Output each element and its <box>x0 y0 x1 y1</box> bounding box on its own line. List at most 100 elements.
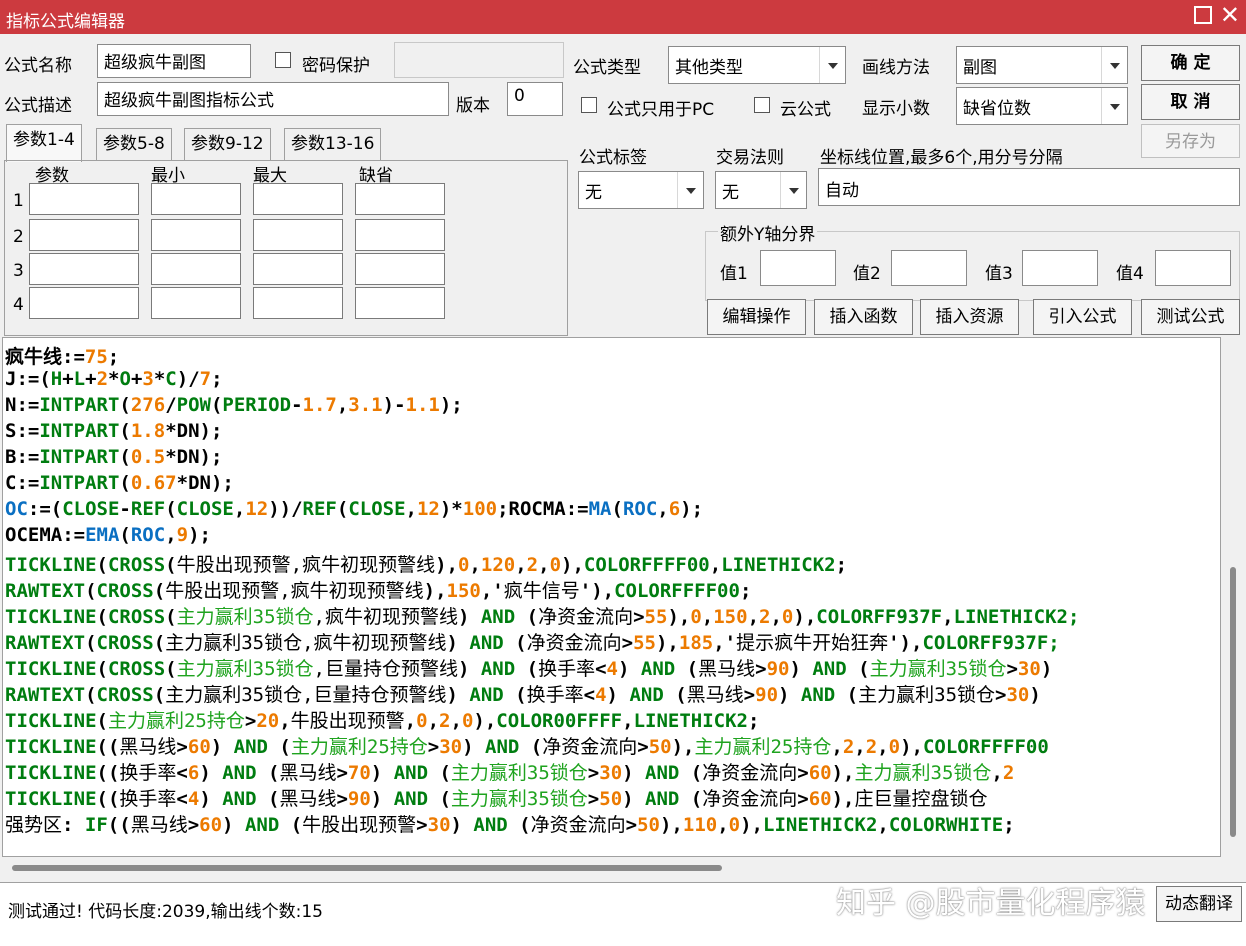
version-input[interactable]: 0 <box>507 82 563 116</box>
code-line: TICKLINE((黑马线>60) AND (主力赢利25持仓>30) AND … <box>5 736 1049 758</box>
cloud-checkbox[interactable] <box>754 97 770 113</box>
param-name-field[interactable] <box>29 219 139 251</box>
param-max-field[interactable] <box>253 183 343 215</box>
param-max-field[interactable] <box>253 219 343 251</box>
decimal-label: 显示小数 <box>862 99 930 119</box>
import-formula-button[interactable]: 引入公式 <box>1033 299 1132 335</box>
param-name-field[interactable] <box>29 253 139 285</box>
code-line: N:=INTPART(276/POW(PERIOD-1.7,3.1)-1.1); <box>5 394 463 416</box>
decimal-select[interactable]: 缺省位数 <box>956 87 1128 125</box>
draw-select[interactable]: 副图 <box>956 46 1128 84</box>
insert-function-button[interactable]: 插入函数 <box>814 299 913 335</box>
param-default-field[interactable] <box>355 253 445 285</box>
chevron-down-icon[interactable] <box>1101 88 1127 124</box>
row-number: 4 <box>13 295 24 315</box>
tab-params-5-8[interactable]: 参数5-8 <box>96 128 172 160</box>
status-text: 测试通过! 代码长度:2039,输出线个数:15 <box>8 902 323 922</box>
chevron-down-icon[interactable] <box>780 172 806 208</box>
draw-value: 副图 <box>963 58 997 78</box>
maximize-icon[interactable] <box>1194 6 1212 24</box>
scrollbar-thumb[interactable] <box>1230 567 1236 837</box>
tab-params-1-4[interactable]: 参数1-4 <box>6 124 82 162</box>
y1-label: 值1 <box>720 264 748 284</box>
save-as-button[interactable]: 另存为 <box>1141 124 1240 158</box>
decimal-value: 缺省位数 <box>963 99 1031 119</box>
horizontal-scrollbar[interactable] <box>2 857 1221 879</box>
name-label: 公式名称 <box>4 56 72 76</box>
pc-only-label: 公式只用于PC <box>607 100 715 120</box>
editor-window: 公式名称 超级疯牛副图 密码保护 公式类型 其他类型 画线方法 副图 确 定 公… <box>0 34 1246 946</box>
param-max-field[interactable] <box>253 253 343 285</box>
row-number: 1 <box>13 191 24 211</box>
param-max-field[interactable] <box>253 287 343 319</box>
param-min-field[interactable] <box>151 287 241 319</box>
y4-label: 值4 <box>1116 264 1144 284</box>
password-input[interactable] <box>394 42 564 78</box>
code-line: RAWTEXT(CROSS(主力赢利35锁仓,疯牛初现预警线) AND (净资金… <box>5 632 1060 654</box>
axis-label: 坐标线位置,最多6个,用分号分隔 <box>820 148 1063 168</box>
param-default-field[interactable] <box>355 183 445 215</box>
title-bar: 指标公式编辑器 ✕ <box>0 0 1246 34</box>
code-line: RAWTEXT(CROSS(牛股出现预警,疯牛初现预警线),150,'疯牛信号'… <box>5 580 752 602</box>
code-line: RAWTEXT(CROSS(主力赢利35锁仓,巨量持仓预警线) AND (换手率… <box>5 684 1041 706</box>
window-title: 指标公式编辑器 <box>6 12 125 32</box>
code-line: B:=INTPART(0.5*DN); <box>5 446 223 468</box>
chevron-down-icon[interactable] <box>819 47 845 83</box>
code-line: S:=INTPART(1.8*DN); <box>5 420 223 442</box>
y1-input[interactable] <box>760 250 836 286</box>
tag-label: 公式标签 <box>579 148 647 168</box>
param-default-field[interactable] <box>355 219 445 251</box>
name-input[interactable]: 超级疯牛副图 <box>97 44 251 78</box>
trade-select[interactable]: 无 <box>715 171 807 209</box>
ok-button[interactable]: 确 定 <box>1141 45 1240 81</box>
code-line: TICKLINE(主力赢利25持仓>20,牛股出现预警,0,2,0),COLOR… <box>5 710 760 732</box>
type-value: 其他类型 <box>675 58 743 78</box>
scrollbar-thumb[interactable] <box>12 865 722 871</box>
chevron-down-icon[interactable] <box>677 172 703 208</box>
password-checkbox[interactable] <box>275 52 291 68</box>
vertical-scrollbar[interactable] <box>1222 337 1244 857</box>
insert-resource-button[interactable]: 插入资源 <box>920 299 1019 335</box>
version-label: 版本 <box>456 96 490 116</box>
tab-params-13-16[interactable]: 参数13-16 <box>284 128 382 160</box>
code-line: TICKLINE(CROSS(主力赢利35锁仓,疯牛初现预警线) AND (净资… <box>5 606 1080 628</box>
y3-input[interactable] <box>1022 250 1098 286</box>
params-panel: 参数 最小 最大 缺省 1 2 3 4 <box>4 160 568 336</box>
cancel-button[interactable]: 取 消 <box>1141 84 1240 120</box>
axis-input[interactable]: 自动 <box>818 168 1240 206</box>
tab-params-9-12[interactable]: 参数9-12 <box>184 128 271 160</box>
test-formula-button[interactable]: 测试公式 <box>1141 299 1240 335</box>
close-icon[interactable]: ✕ <box>1220 1 1240 29</box>
code-line: TICKLINE(CROSS(主力赢利35锁仓,巨量持仓预警线) AND (换手… <box>5 658 1053 680</box>
password-label: 密码保护 <box>302 56 370 76</box>
tag-value: 无 <box>585 183 602 203</box>
desc-input[interactable]: 超级疯牛副图指标公式 <box>97 82 449 116</box>
param-name-field[interactable] <box>29 183 139 215</box>
y2-input[interactable] <box>891 250 967 286</box>
code-line: 疯牛线:=75; <box>5 346 120 368</box>
type-select[interactable]: 其他类型 <box>668 46 846 84</box>
y4-input[interactable] <box>1155 250 1231 286</box>
row-number: 3 <box>13 261 24 281</box>
param-min-field[interactable] <box>151 253 241 285</box>
param-name-field[interactable] <box>29 287 139 319</box>
param-min-field[interactable] <box>151 219 241 251</box>
cloud-label: 云公式 <box>780 100 831 120</box>
dynamic-translate-button[interactable]: 动态翻译 <box>1156 886 1242 922</box>
chevron-down-icon[interactable] <box>1101 47 1127 83</box>
edit-operation-button[interactable]: 编辑操作 <box>707 299 806 335</box>
param-default-field[interactable] <box>355 287 445 319</box>
code-line: OC:=(CLOSE-REF(CLOSE,12))/REF(CLOSE,12)*… <box>5 498 704 520</box>
type-label: 公式类型 <box>573 58 641 78</box>
desc-label: 公式描述 <box>4 96 72 116</box>
trade-value: 无 <box>722 183 739 203</box>
code-editor[interactable]: 疯牛线:=75; J:=(H+L+2*O+3*C)/7; N:=INTPART(27… <box>2 337 1221 857</box>
draw-label: 画线方法 <box>862 58 930 78</box>
code-line: TICKLINE((换手率<6) AND (黑马线>70) AND (主力赢利3… <box>5 762 1015 784</box>
param-min-field[interactable] <box>151 183 241 215</box>
tag-select[interactable]: 无 <box>578 171 704 209</box>
pc-only-checkbox[interactable] <box>581 97 597 113</box>
trade-label: 交易法则 <box>716 148 784 168</box>
code-line: C:=INTPART(0.67*DN); <box>5 472 234 494</box>
code-line: OCEMA:=EMA(ROC,9); <box>5 524 211 546</box>
